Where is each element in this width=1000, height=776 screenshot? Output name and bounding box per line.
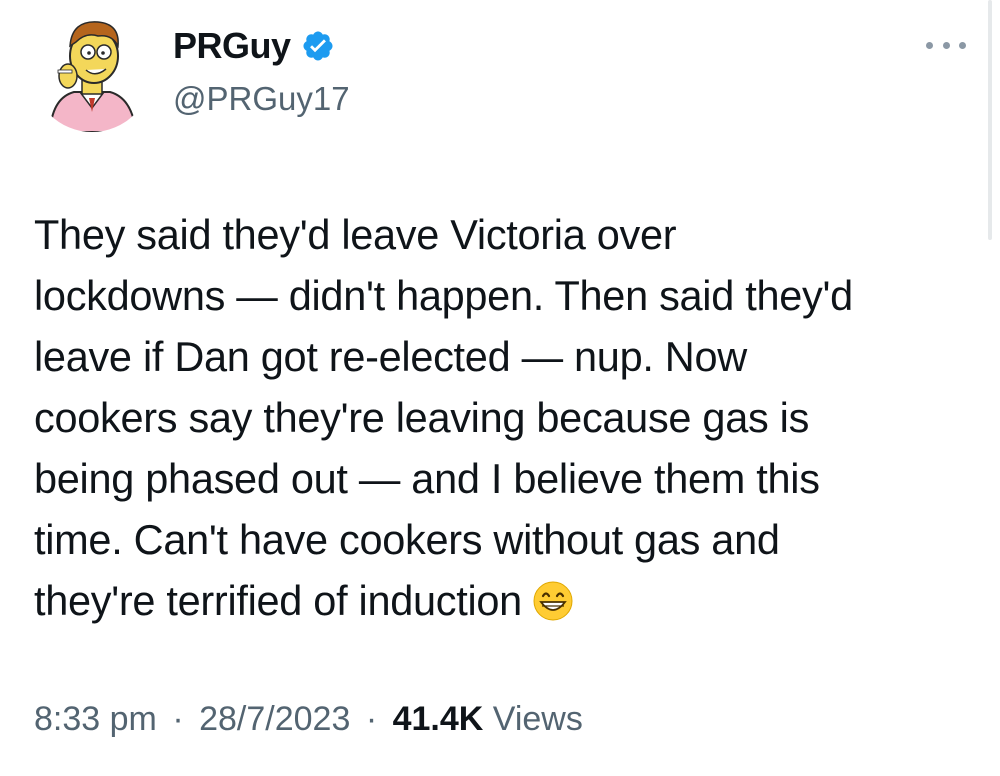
tweet-time[interactable]: 8:33 pm: [34, 700, 157, 738]
tweet-text-line: leave if Dan got re-elected — nup. Now: [34, 333, 747, 380]
tweet-meta: 8:33 pm · 28/7/2023 · 41.4K Views: [34, 700, 583, 739]
scrollbar[interactable]: [988, 0, 992, 240]
views-count[interactable]: 41.4K: [393, 700, 484, 738]
tweet-text-line: cookers say they're leaving because gas …: [34, 394, 810, 441]
more-dot-icon: [926, 41, 933, 49]
tweet-text-line: They said they'd leave Victoria over: [34, 211, 677, 258]
verified-badge-icon: [301, 29, 335, 63]
tweet-card: PRGuy @PRGuy17 They said they'd leave Vi…: [0, 0, 1000, 776]
tweet-text-line: being phased out — and I believe them th…: [34, 455, 820, 502]
tweet-text: They said they'd leave Victoria over loc…: [34, 204, 984, 631]
more-dot-icon: [959, 41, 966, 49]
more-options-icon[interactable]: [926, 30, 966, 60]
author-handle[interactable]: @PRGuy17: [173, 80, 350, 118]
tweet-text-line: lockdowns — didn't happen. Then said the…: [34, 272, 853, 319]
avatar[interactable]: [32, 12, 152, 132]
meta-separator: ·: [365, 700, 378, 738]
tweet-date[interactable]: 28/7/2023: [199, 700, 350, 738]
author-name-row: PRGuy: [173, 22, 335, 70]
views-label: Views: [492, 700, 583, 738]
tweet-text-line: time. Can't have cookers without gas and: [34, 516, 780, 563]
grinning-face-emoji-icon: [532, 577, 574, 621]
more-dot-icon: [942, 41, 950, 49]
author-display-name[interactable]: PRGuy: [173, 25, 291, 67]
tweet-text-line: they're terrified of induction: [34, 577, 522, 624]
cartoon-avatar-icon: [32, 12, 152, 132]
tweet-text-last-line: they're terrified of induction: [34, 570, 984, 631]
meta-separator: ·: [172, 700, 184, 738]
